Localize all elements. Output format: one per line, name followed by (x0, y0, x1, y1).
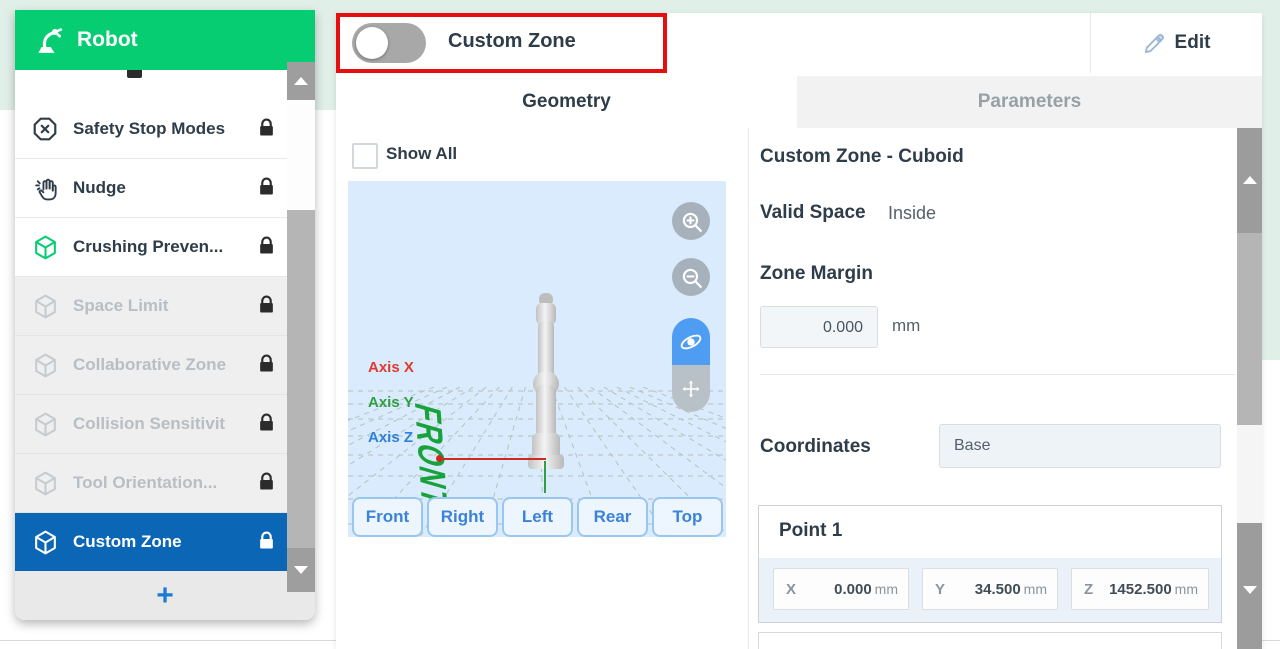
robot-arm-icon (31, 25, 65, 55)
cube-icon (31, 292, 59, 320)
point1-card: Point 1 X 0.000 mm Y 34.500 mm Z 1452.50… (758, 505, 1222, 623)
toggle-knob (356, 27, 388, 59)
rotate-view-button[interactable] (672, 318, 710, 365)
lock-icon (258, 413, 275, 436)
zone-title: Custom Zone - Cuboid (760, 146, 964, 168)
sidebar-item-nudge[interactable]: Nudge (15, 159, 287, 218)
sidebar-item-custom-zone[interactable]: Custom Zone (15, 513, 287, 572)
point1-y-field[interactable]: Y 34.500 mm (922, 568, 1058, 610)
point2-card-clipped (758, 632, 1222, 649)
sidebar-header: Robot (15, 10, 315, 70)
coordinates-select[interactable]: Base (939, 424, 1221, 468)
lock-icon (258, 236, 275, 259)
lock-icon (258, 118, 275, 141)
scrollbar-track[interactable] (1237, 425, 1262, 523)
axis-x-label: Axis X (368, 359, 414, 376)
zoom-out-button[interactable] (672, 258, 710, 296)
sidebar-scrollbar (287, 62, 315, 592)
scroll-up-button[interactable] (1237, 128, 1262, 233)
scrollbar-thumb[interactable] (1237, 233, 1262, 425)
valid-space-label: Valid Space (760, 202, 866, 224)
edit-button[interactable]: Edit (1091, 13, 1262, 73)
point1-title: Point 1 (779, 520, 842, 542)
sidebar-item-collision-sensitivity[interactable]: Collision Sensitivit (15, 395, 287, 454)
background-band-right (1262, 0, 1280, 360)
lock-icon (258, 354, 275, 377)
sidebar-item-collaborative-zone[interactable]: Collaborative Zone (15, 336, 287, 395)
axis-y-line (544, 461, 546, 493)
cube-icon (31, 351, 59, 379)
add-zone-button[interactable]: + (15, 572, 315, 620)
lock-icon (258, 177, 275, 200)
scroll-up-button[interactable] (287, 62, 315, 100)
point1-x-field[interactable]: X 0.000 mm (773, 568, 909, 610)
point1-fields-row: X 0.000 mm Y 34.500 mm Z 1452.500 mm (759, 558, 1221, 622)
cube-icon (31, 233, 59, 261)
sidebar-item-tool-orientation[interactable]: Tool Orientation... (15, 454, 287, 513)
view-right-button[interactable]: Right (427, 497, 498, 537)
zone-margin-unit: mm (892, 316, 920, 336)
zone-margin-input[interactable]: 0.000 (760, 306, 878, 348)
plus-icon: + (156, 581, 174, 611)
pan-arrows-icon (679, 377, 703, 401)
lock-icon-fragment (127, 70, 142, 78)
zoom-in-button[interactable] (672, 202, 710, 240)
coordinates-label: Coordinates (760, 436, 871, 458)
scrollbar-thumb[interactable] (287, 210, 315, 548)
point1-z-field[interactable]: Z 1452.500 mm (1071, 568, 1209, 610)
tab-parameters[interactable]: Parameters (797, 76, 1262, 128)
lock-icon (258, 295, 275, 318)
scroll-down-button[interactable] (287, 548, 315, 592)
orbit-icon (678, 329, 704, 355)
cube-icon (31, 469, 59, 497)
tab-geometry[interactable]: Geometry (336, 76, 797, 128)
app-window: Robot Safety Stop Modes Nudge Crushing P… (0, 0, 1280, 649)
section-divider (760, 374, 1235, 375)
show-all-label: Show All (386, 144, 457, 164)
zone-margin-label: Zone Margin (760, 263, 873, 285)
custom-zone-toggle[interactable] (352, 23, 426, 63)
sidebar-item-space-limit[interactable]: Space Limit (15, 277, 287, 336)
lock-icon (258, 531, 275, 554)
sidebar-item-safety-stop-modes[interactable]: Safety Stop Modes (15, 100, 287, 159)
main-panel: Custom Zone Edit Geometry Parameters Sho… (336, 13, 1262, 649)
axis-x-line (440, 458, 546, 460)
view-rear-button[interactable]: Rear (577, 497, 648, 537)
toggle-label: Custom Zone (448, 30, 576, 53)
view-top-button[interactable]: Top (652, 497, 723, 537)
view-front-button[interactable]: Front (352, 497, 423, 537)
zoom-out-icon (679, 265, 703, 289)
viewport-3d[interactable]: Axis X Axis Y Axis Z FRONT (348, 181, 726, 537)
zoom-in-icon (679, 209, 703, 233)
panel-scrollbar (1237, 128, 1262, 649)
content-divider (748, 128, 749, 649)
pencil-icon (1143, 32, 1166, 55)
sidebar-title: Robot (77, 28, 138, 52)
hand-icon (31, 174, 59, 202)
show-all-checkbox[interactable] (352, 143, 378, 169)
axis-x-dot (436, 455, 443, 462)
lock-icon (258, 472, 275, 495)
scroll-down-button[interactable] (1237, 523, 1262, 649)
sidebar-item-partial (15, 70, 287, 101)
stop-icon (31, 115, 59, 143)
cube-icon (31, 410, 59, 438)
valid-space-value: Inside (888, 203, 936, 224)
axis-z-label: Axis Z (368, 429, 413, 446)
cube-icon (31, 528, 59, 556)
sidebar-item-crushing-prevention[interactable]: Crushing Preven... (15, 218, 287, 277)
sidebar: Robot Safety Stop Modes Nudge Crushing P… (15, 10, 315, 620)
view-left-button[interactable]: Left (502, 497, 573, 537)
pan-view-button[interactable] (672, 365, 710, 412)
